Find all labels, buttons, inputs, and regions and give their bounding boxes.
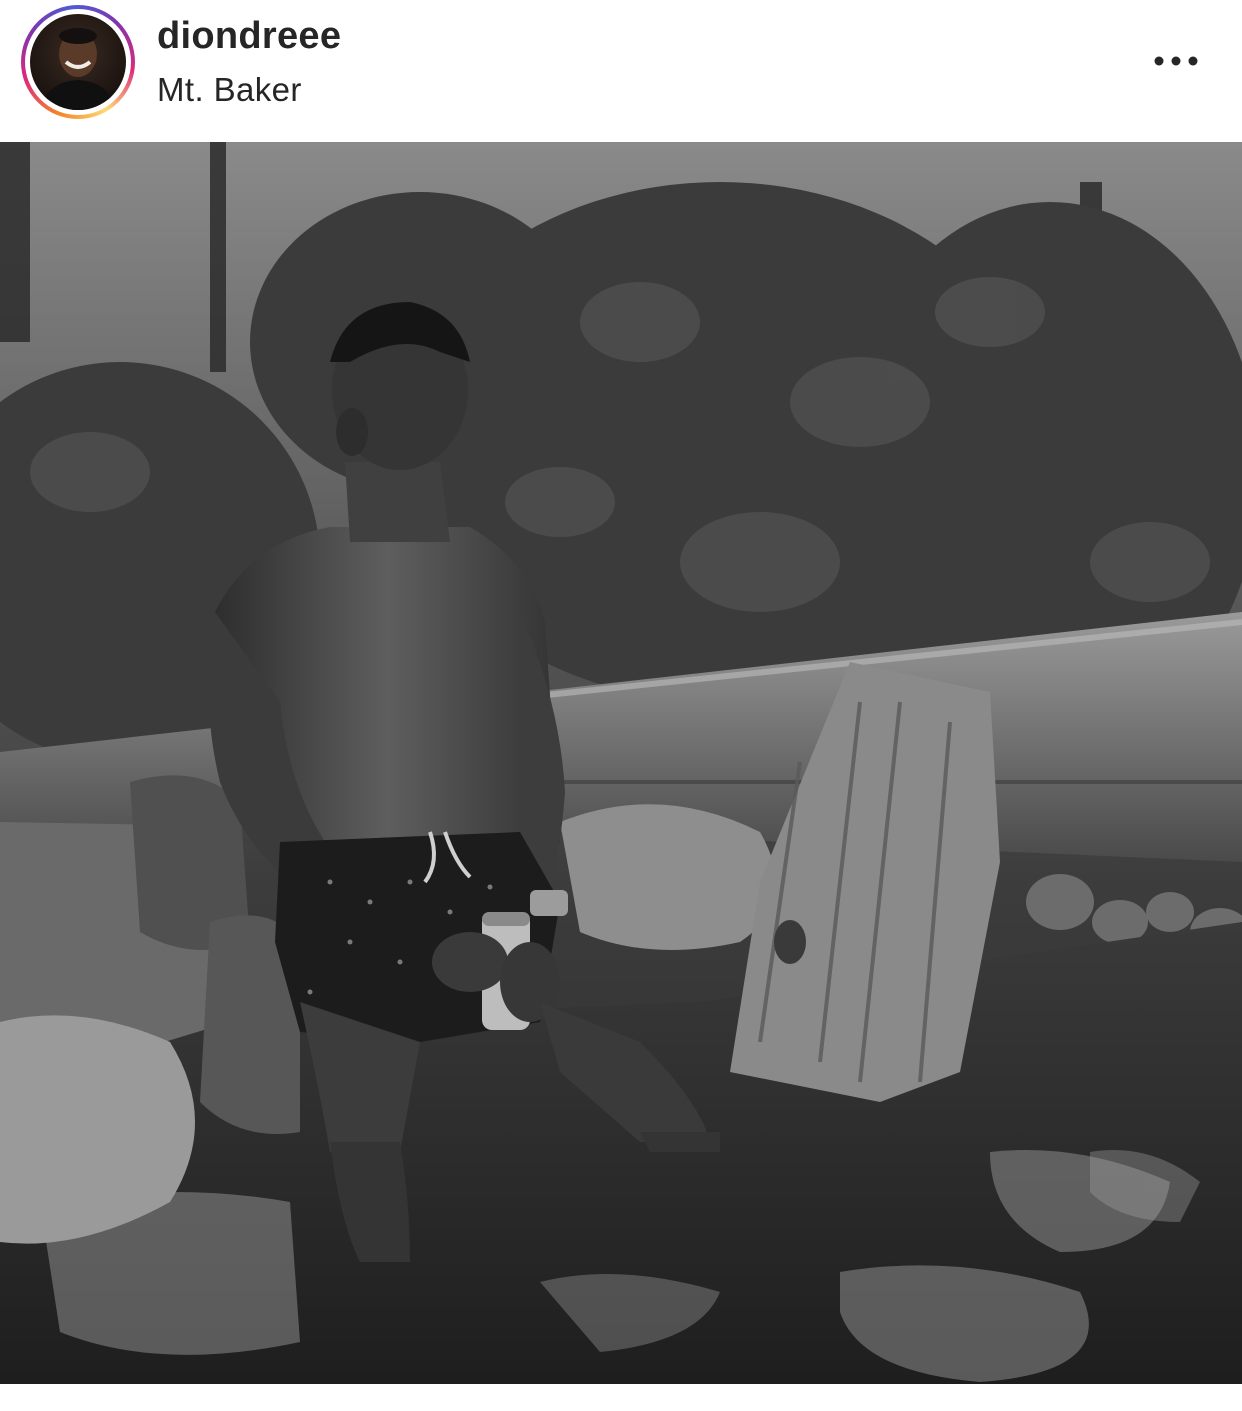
username[interactable]: diondreee [157, 15, 341, 58]
story-ring[interactable] [21, 5, 135, 119]
more-options-button[interactable] [1146, 42, 1206, 82]
location-tag[interactable]: Mt. Baker [157, 71, 302, 109]
more-options-icon [1154, 53, 1198, 71]
profile-avatar[interactable] [30, 14, 126, 110]
post-footer-gap [0, 1384, 1242, 1411]
instagram-post: diondreee Mt. Baker [0, 0, 1242, 1411]
post-header: diondreee Mt. Baker [0, 0, 1242, 142]
post-photo[interactable] [0, 142, 1242, 1384]
